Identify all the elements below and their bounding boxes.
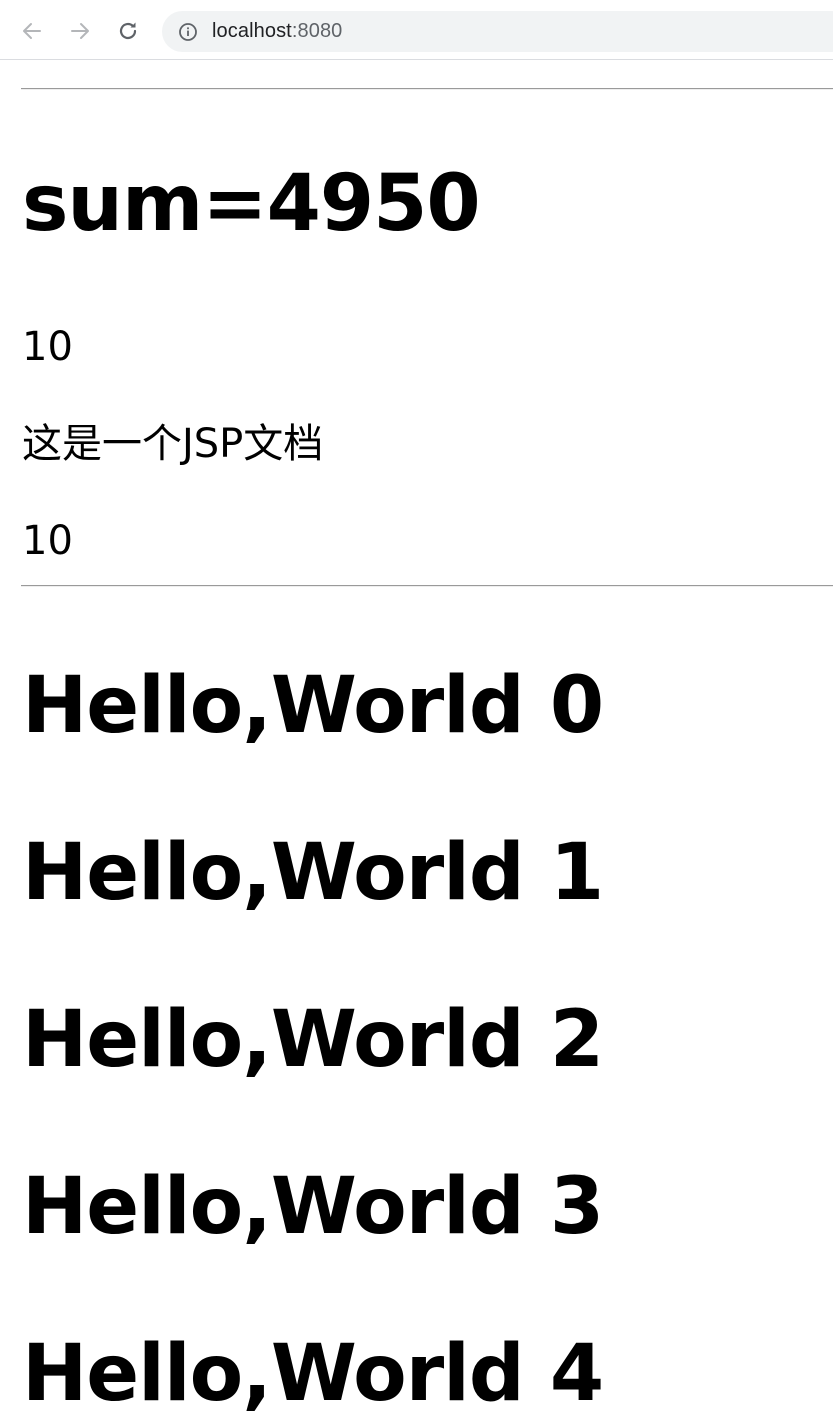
hello-heading: Hello,World 3 (22, 1162, 604, 1252)
url-text: localhost:8080 (212, 20, 342, 43)
back-button[interactable] (18, 17, 46, 45)
horizontal-rule (21, 585, 833, 587)
hello-heading: Hello,World 1 (22, 828, 604, 918)
hello-heading: Hello,World 2 (22, 995, 604, 1085)
hello-heading: Hello,World 0 (22, 661, 604, 751)
value-text: 10 (22, 324, 73, 370)
hello-heading: Hello,World 4 (22, 1329, 604, 1419)
reload-button[interactable] (114, 17, 142, 45)
url-port: :8080 (291, 20, 343, 42)
sum-heading: sum=4950 (22, 159, 481, 249)
reload-icon (116, 19, 140, 43)
value-text: 10 (22, 518, 73, 564)
horizontal-rule (21, 88, 833, 90)
browser-toolbar: localhost:8080 (0, 0, 833, 60)
doc-text: 这是一个JSP文档 (22, 421, 324, 467)
url-host: localhost (212, 20, 292, 42)
address-bar[interactable]: localhost:8080 (162, 11, 833, 52)
arrow-right-icon (68, 19, 92, 43)
info-icon[interactable] (178, 22, 198, 42)
forward-button[interactable] (66, 17, 94, 45)
arrow-left-icon (20, 19, 44, 43)
